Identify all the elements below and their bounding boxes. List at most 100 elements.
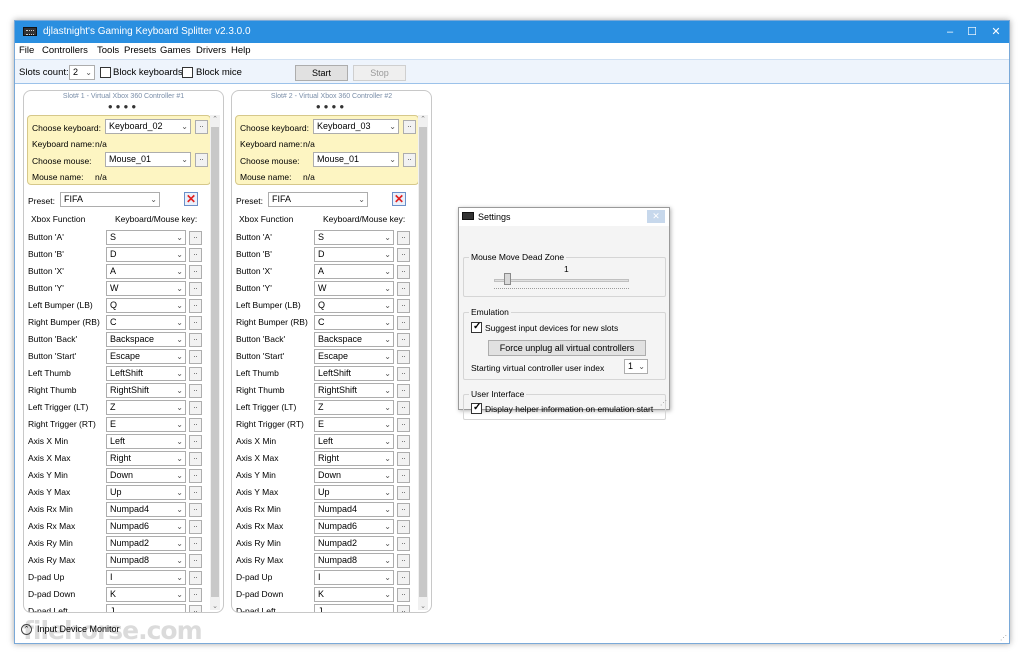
chevron-up-icon[interactable]: ⌃	[210, 115, 220, 123]
key-more-button[interactable]: ..	[189, 435, 202, 449]
key-more-button[interactable]: ..	[397, 384, 410, 398]
start-button[interactable]: Start	[295, 65, 348, 81]
vertical-scrollbar[interactable]: ⌃ ⌄	[418, 115, 428, 610]
key-more-button[interactable]: ..	[189, 418, 202, 432]
menu-drivers[interactable]: Drivers	[196, 45, 226, 56]
mouse-more-button[interactable]: ..	[195, 153, 208, 167]
key-select[interactable]: Left ⌄	[106, 434, 186, 449]
key-more-button[interactable]: ..	[397, 503, 410, 517]
menu-tools[interactable]: Tools	[97, 45, 119, 56]
key-select[interactable]: Backspace ⌄	[106, 332, 186, 347]
key-select[interactable]: Numpad2 ⌄	[106, 536, 186, 551]
key-more-button[interactable]: ..	[189, 282, 202, 296]
chevron-down-icon[interactable]: ⌄	[210, 602, 220, 610]
mouse-more-button[interactable]: ..	[403, 153, 416, 167]
key-select[interactable]: S ⌄	[314, 230, 394, 245]
settings-close-button[interactable]: ✕	[647, 210, 665, 223]
key-select[interactable]: Q ⌄	[314, 298, 394, 313]
key-more-button[interactable]: ..	[189, 248, 202, 262]
key-more-button[interactable]: ..	[189, 316, 202, 330]
key-more-button[interactable]: ..	[397, 571, 410, 585]
key-select[interactable]: E ⌄	[314, 417, 394, 432]
key-select[interactable]: Z ⌄	[314, 400, 394, 415]
keyboard-more-button[interactable]: ..	[195, 120, 208, 134]
key-select[interactable]: Up ⌄	[106, 485, 186, 500]
menu-help[interactable]: Help	[231, 45, 251, 56]
key-more-button[interactable]: ..	[397, 350, 410, 364]
input-device-monitor-toggle[interactable]: Input Device Monitor	[37, 624, 120, 634]
vertical-scrollbar[interactable]: ⌃ ⌄	[210, 115, 220, 610]
close-button[interactable]: ✕	[988, 24, 1004, 40]
title-bar[interactable]: djlastnight's Gaming Keyboard Splitter v…	[15, 21, 1009, 43]
key-select[interactable]: J ⌄	[314, 604, 394, 612]
block-mice-checkbox[interactable]	[182, 67, 193, 78]
key-select[interactable]: Right ⌄	[106, 451, 186, 466]
key-more-button[interactable]: ..	[189, 299, 202, 313]
key-more-button[interactable]: ..	[397, 469, 410, 483]
key-select[interactable]: I ⌄	[106, 570, 186, 585]
key-more-button[interactable]: ..	[397, 452, 410, 466]
key-select[interactable]: E ⌄	[106, 417, 186, 432]
key-select[interactable]: Left ⌄	[314, 434, 394, 449]
mouse-select[interactable]: Mouse_01 ⌄	[105, 152, 191, 167]
key-select[interactable]: Numpad6 ⌄	[106, 519, 186, 534]
key-more-button[interactable]: ..	[189, 554, 202, 568]
key-select[interactable]: A ⌄	[106, 264, 186, 279]
menu-controllers[interactable]: Controllers	[42, 45, 88, 56]
resize-grip-icon[interactable]: ⋰	[1000, 634, 1007, 642]
key-more-button[interactable]: ..	[397, 316, 410, 330]
key-select[interactable]: Escape ⌄	[106, 349, 186, 364]
block-keyboards-checkbox[interactable]	[100, 67, 111, 78]
menu-games[interactable]: Games	[160, 45, 191, 56]
key-select[interactable]: D ⌄	[106, 247, 186, 262]
keyboard-more-button[interactable]: ..	[403, 120, 416, 134]
expand-icon[interactable]: ⌃	[21, 624, 32, 635]
key-select[interactable]: LeftShift ⌄	[314, 366, 394, 381]
key-more-button[interactable]: ..	[397, 435, 410, 449]
key-select[interactable]: W ⌄	[106, 281, 186, 296]
key-more-button[interactable]: ..	[189, 350, 202, 364]
key-more-button[interactable]: ..	[397, 299, 410, 313]
key-more-button[interactable]: ..	[397, 605, 410, 612]
key-more-button[interactable]: ..	[397, 248, 410, 262]
key-more-button[interactable]: ..	[189, 537, 202, 551]
key-select[interactable]: K ⌄	[314, 587, 394, 602]
maximize-button[interactable]: ☐	[964, 24, 980, 40]
key-more-button[interactable]: ..	[189, 384, 202, 398]
key-select[interactable]: Right ⌄	[314, 451, 394, 466]
key-select[interactable]: Down ⌄	[314, 468, 394, 483]
key-select[interactable]: C ⌄	[314, 315, 394, 330]
key-more-button[interactable]: ..	[397, 486, 410, 500]
start-index-select[interactable]: 1 ⌄	[624, 359, 648, 374]
key-more-button[interactable]: ..	[189, 231, 202, 245]
key-more-button[interactable]: ..	[189, 520, 202, 534]
delete-preset-icon[interactable]: ✕	[392, 192, 406, 206]
key-more-button[interactable]: ..	[189, 265, 202, 279]
key-select[interactable]: A ⌄	[314, 264, 394, 279]
menu-file[interactable]: File	[19, 45, 34, 56]
chevron-down-icon[interactable]: ⌄	[418, 602, 428, 610]
deadzone-slider-track[interactable]	[494, 279, 629, 282]
key-more-button[interactable]: ..	[189, 367, 202, 381]
key-select[interactable]: S ⌄	[106, 230, 186, 245]
keyboard-select[interactable]: Keyboard_02 ⌄	[105, 119, 191, 134]
menu-presets[interactable]: Presets	[124, 45, 156, 56]
key-more-button[interactable]: ..	[397, 367, 410, 381]
key-more-button[interactable]: ..	[189, 605, 202, 612]
keyboard-select[interactable]: Keyboard_03 ⌄	[313, 119, 399, 134]
mouse-select[interactable]: Mouse_01 ⌄	[313, 152, 399, 167]
key-select[interactable]: Numpad8 ⌄	[314, 553, 394, 568]
preset-select[interactable]: FIFA ⌄	[268, 192, 368, 207]
key-select[interactable]: D ⌄	[314, 247, 394, 262]
scrollbar-thumb[interactable]	[419, 127, 427, 597]
stop-button[interactable]: Stop	[353, 65, 406, 81]
key-more-button[interactable]: ..	[397, 418, 410, 432]
chevron-up-icon[interactable]: ⌃	[418, 115, 428, 123]
force-unplug-button[interactable]: Force unplug all virtual controllers	[488, 340, 646, 356]
key-more-button[interactable]: ..	[189, 486, 202, 500]
key-select[interactable]: Down ⌄	[106, 468, 186, 483]
key-more-button[interactable]: ..	[189, 503, 202, 517]
key-select[interactable]: Escape ⌄	[314, 349, 394, 364]
key-more-button[interactable]: ..	[189, 333, 202, 347]
key-select[interactable]: RightShift ⌄	[314, 383, 394, 398]
